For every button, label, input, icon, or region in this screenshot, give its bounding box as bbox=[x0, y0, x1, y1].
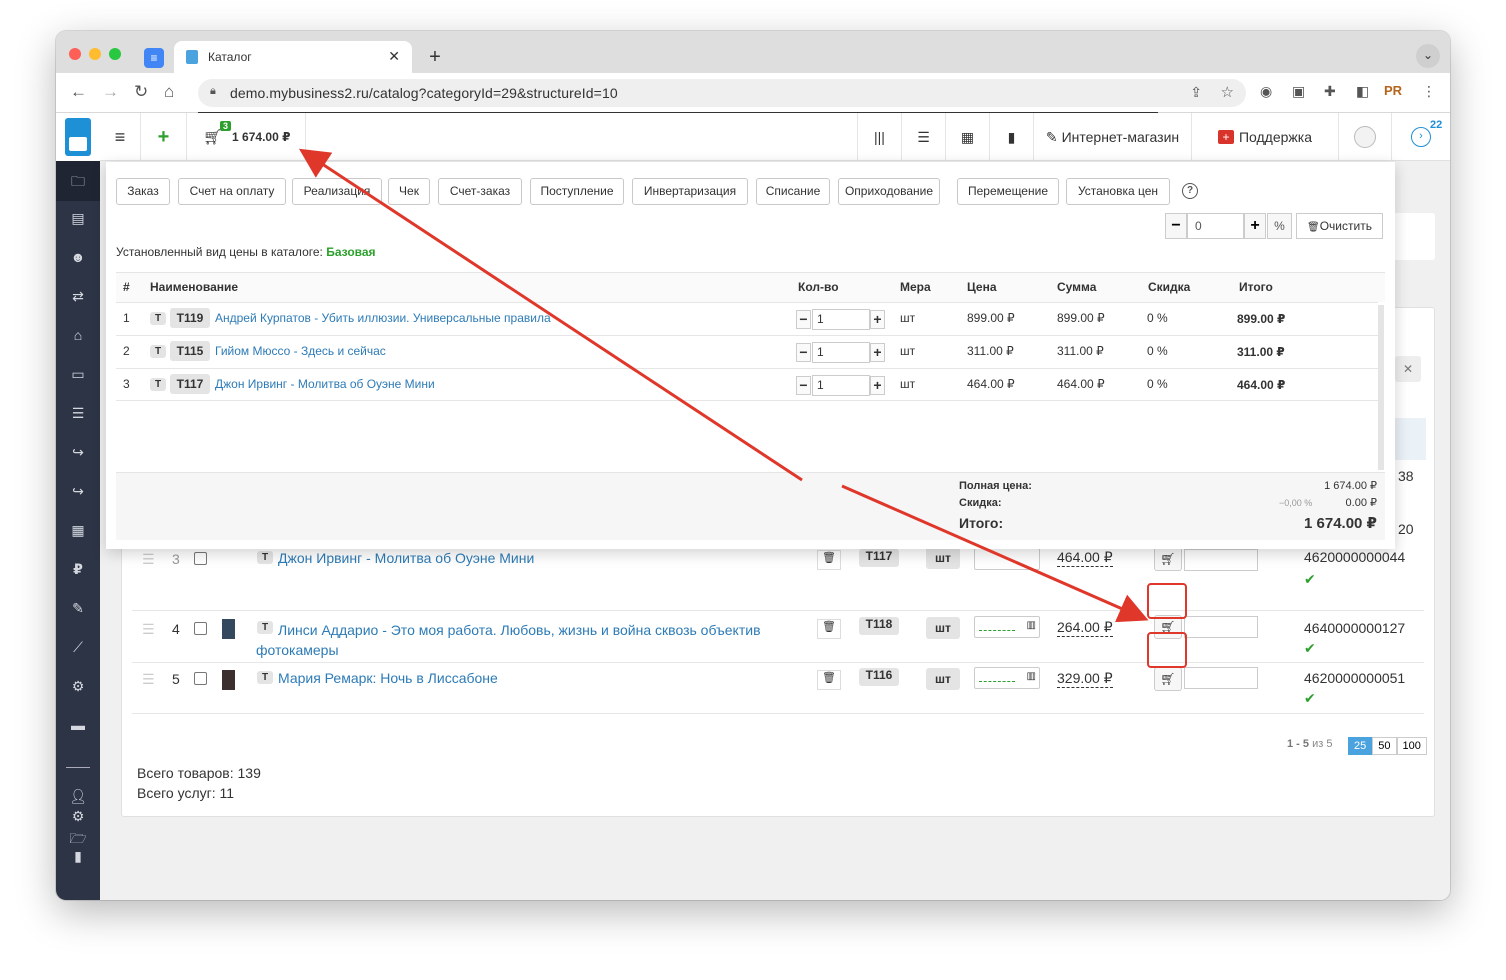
arrow-to-cart bbox=[298, 148, 803, 482]
arrow-to-cart-buttons bbox=[841, 484, 1149, 623]
annotation-arrows bbox=[298, 148, 1149, 623]
